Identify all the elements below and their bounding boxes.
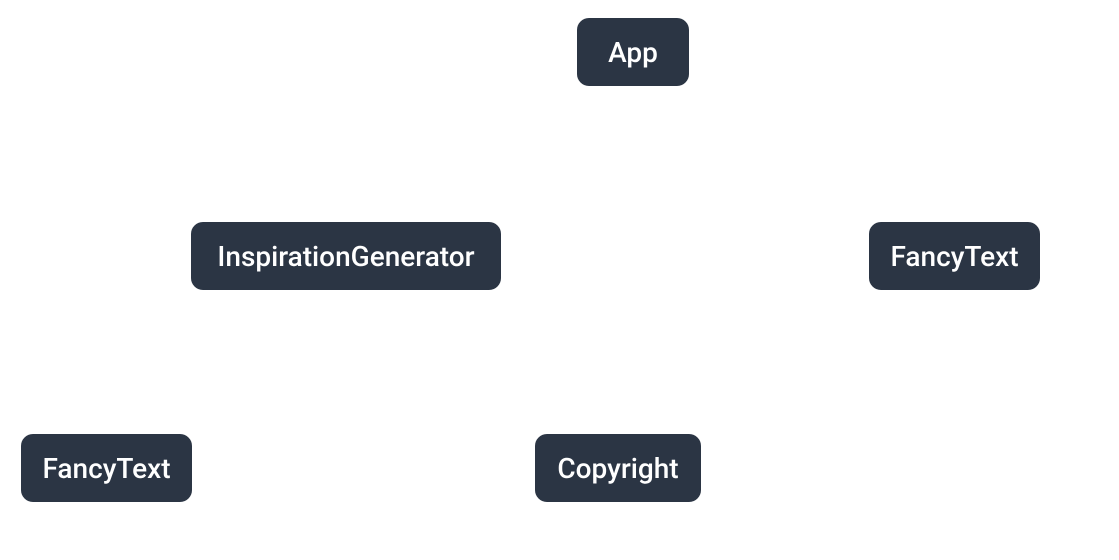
node-copyright: Copyright xyxy=(533,432,703,504)
edge-label-insp-fancytext: renders xyxy=(179,340,254,365)
edge-label-insp-copyright: renders xyxy=(436,340,511,365)
edge-label-app-inspiration: renders xyxy=(421,128,496,153)
node-app: App xyxy=(575,16,691,88)
node-inspiration-generator: InspirationGenerator xyxy=(189,220,503,292)
node-fancy-text-left: FancyText xyxy=(19,432,194,504)
edge-label-app-fancytext: renders xyxy=(770,128,845,153)
node-fancy-text-right-label: FancyText xyxy=(890,240,1018,273)
node-app-label: App xyxy=(608,36,658,69)
node-inspiration-generator-label: InspirationGenerator xyxy=(217,240,474,273)
node-fancy-text-left-label: FancyText xyxy=(42,452,170,485)
node-fancy-text-right: FancyText xyxy=(867,220,1042,292)
node-copyright-label: Copyright xyxy=(557,452,678,485)
